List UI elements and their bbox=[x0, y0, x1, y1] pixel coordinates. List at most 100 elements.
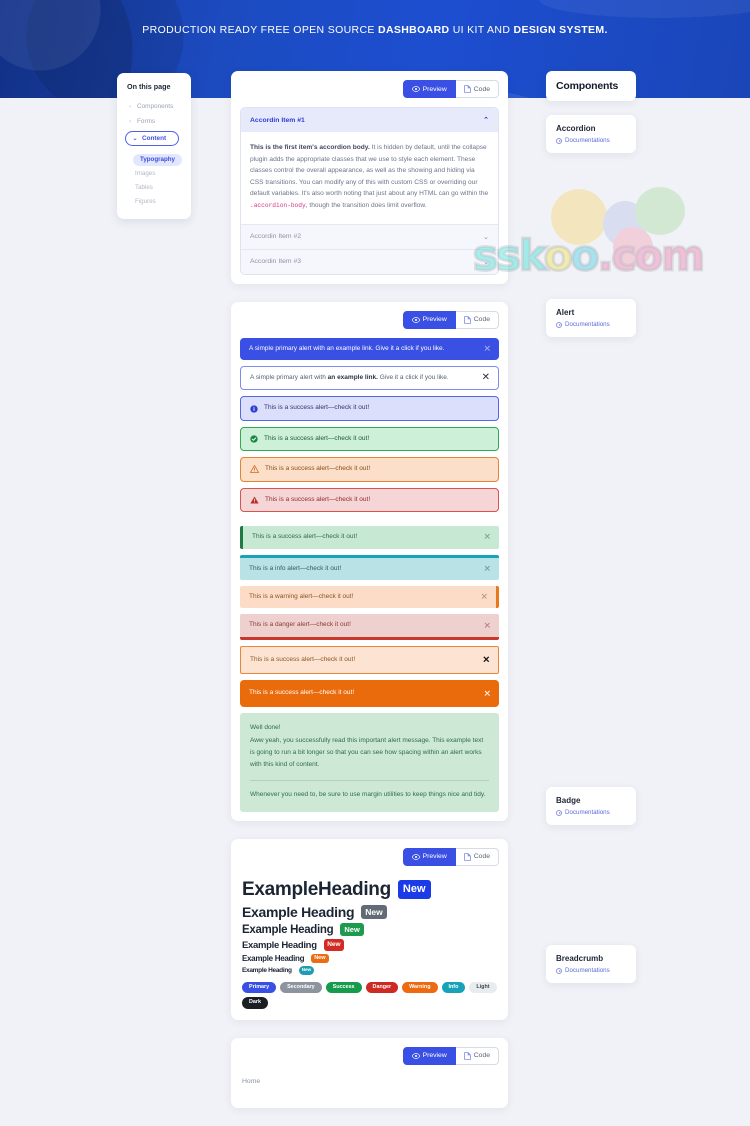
badge-pill-light: Light bbox=[469, 981, 497, 994]
documentations-link[interactable]: Documentations bbox=[556, 967, 626, 974]
on-this-page-panel: On this page › Components › Forms ⌄ Cont… bbox=[117, 73, 191, 219]
code-button[interactable]: Code bbox=[455, 310, 499, 329]
badge-pill-info: Info bbox=[441, 981, 466, 994]
badge-heading-row-6: Example Heading New bbox=[242, 966, 497, 975]
alert-text: This is a success alert—check it out! bbox=[265, 465, 371, 473]
preview-button[interactable]: Preview bbox=[402, 847, 456, 866]
close-icon[interactable]: ✕ bbox=[483, 621, 491, 630]
alert-primary-solid: A simple primary alert with an example l… bbox=[240, 337, 499, 360]
toc-subitem-images[interactable]: Images bbox=[131, 166, 191, 180]
close-icon[interactable]: ✕ bbox=[480, 592, 488, 602]
page-root: PRODUCTION READY FREE OPEN SOURCE DASHBO… bbox=[0, 0, 750, 1108]
code-button[interactable]: Code bbox=[455, 80, 499, 98]
close-icon[interactable]: ✕ bbox=[483, 532, 491, 542]
accordion-header-3[interactable]: Accordin Item #3 ⌄ bbox=[241, 248, 498, 274]
toc-subitem-typography[interactable]: Typography bbox=[133, 153, 182, 166]
danger-triangle-icon bbox=[250, 496, 259, 504]
play-circle-icon bbox=[556, 321, 562, 328]
badge-heading-row-5: Example Heading New bbox=[242, 953, 497, 964]
component-card-badge[interactable]: Badge Documentations bbox=[546, 787, 636, 825]
badge-heading-row-3: Example Heading New bbox=[242, 922, 497, 937]
components-title-card: Components bbox=[546, 71, 636, 101]
code-button[interactable]: Code bbox=[455, 847, 499, 866]
close-icon[interactable]: ✕ bbox=[483, 689, 491, 698]
alert-primary-outline: A simple primary alert with an example l… bbox=[240, 365, 499, 391]
alert-bar-bottom-danger: This is a danger alert—check it out! ✕ bbox=[240, 614, 499, 640]
badge-pill-primary: Primary bbox=[242, 981, 277, 994]
toc-title: On this page bbox=[127, 82, 171, 91]
accordion-body-rest: It is hidden by default, until the colla… bbox=[250, 144, 489, 198]
chevron-up-icon: ⌃ bbox=[483, 117, 489, 124]
toc-subitem-figures[interactable]: Figures bbox=[131, 194, 191, 208]
alert-danger-icon: This is a success alert—check it out! bbox=[240, 487, 499, 513]
badge: New bbox=[361, 904, 387, 920]
eye-icon bbox=[411, 1052, 420, 1059]
accordion-header-1[interactable]: Accordin Item #1 ⌃ bbox=[241, 108, 498, 132]
content-column: Preview Code Accordin Item #1 ⌃ This is … bbox=[231, 71, 707, 1126]
badge: New bbox=[340, 922, 364, 937]
banner-text-1: PRODUCTION READY FREE OPEN SOURCE bbox=[142, 24, 379, 36]
file-code-icon bbox=[464, 853, 471, 861]
toc-item-label: Content bbox=[142, 135, 167, 142]
preview-label: Preview bbox=[422, 316, 447, 323]
check-circle-icon bbox=[250, 435, 258, 443]
file-code-icon bbox=[464, 1051, 471, 1060]
close-icon[interactable]: ✕ bbox=[483, 564, 491, 573]
documentations-link[interactable]: Documentations bbox=[556, 809, 626, 816]
accordion-demo-card: Preview Code Accordin Item #1 ⌃ This is … bbox=[231, 71, 707, 284]
component-name: Breadcrumb bbox=[556, 954, 604, 963]
alert-text: This is a success alert—check it out! bbox=[249, 689, 355, 697]
heading-text: Example Heading bbox=[242, 903, 355, 920]
preview-button[interactable]: Preview bbox=[402, 1046, 456, 1065]
heading-text: Example Heading bbox=[242, 967, 292, 975]
documentations-label: Documentations bbox=[565, 967, 610, 974]
alert-text: This is a success alert—check it out! bbox=[250, 655, 356, 663]
toc-item-label: Forms bbox=[137, 118, 156, 125]
eye-icon bbox=[411, 853, 420, 860]
alert-bordered-warning: This is a success alert—check it out! ✕ bbox=[240, 645, 499, 675]
accordion-body-1: This is the first item's accordion body.… bbox=[241, 132, 498, 224]
preview-code-group: Preview Code bbox=[402, 1046, 499, 1065]
preview-button[interactable]: Preview bbox=[402, 310, 456, 329]
badge-pill-secondary: Secondary bbox=[280, 981, 322, 994]
close-icon[interactable]: ✕ bbox=[482, 655, 490, 665]
toc-item-content[interactable]: ⌄ Content bbox=[125, 131, 179, 146]
component-card-breadcrumb[interactable]: Breadcrumb Documentations bbox=[546, 945, 636, 983]
badge: New bbox=[397, 880, 431, 900]
components-title: Components bbox=[556, 80, 619, 92]
alert-text: This is a success alert—check it out! bbox=[265, 495, 371, 503]
alert-text-pre: A simple primary alert with bbox=[250, 373, 328, 381]
toc-item-forms[interactable]: › Forms bbox=[117, 114, 191, 129]
component-card-accordion[interactable]: Accordion Documentations bbox=[546, 115, 636, 153]
badge-demo-card: Preview Code ExampleHeading New Example … bbox=[231, 838, 508, 1020]
badge: New bbox=[323, 939, 345, 951]
close-icon[interactable]: ✕ bbox=[483, 344, 491, 353]
toc-sublist: Typography Images Tables Figures bbox=[117, 148, 191, 208]
alert-text: This is a success alert—check it out! bbox=[252, 533, 358, 541]
accordion-header-2[interactable]: Accordin Item #2 ⌄ bbox=[241, 223, 498, 249]
accordion-body-lead: This is the first item's accordion body. bbox=[250, 144, 370, 151]
chevron-right-icon: › bbox=[129, 103, 131, 110]
toc-item-label: Components bbox=[137, 103, 174, 110]
code-button[interactable]: Code bbox=[455, 1046, 499, 1065]
alert-link[interactable]: an example link. bbox=[328, 374, 378, 381]
badge-pill-success: Success bbox=[325, 981, 362, 994]
component-name: Alert bbox=[556, 308, 575, 317]
breadcrumb-item-home[interactable]: Home bbox=[242, 1078, 260, 1085]
toc-subitem-tables[interactable]: Tables bbox=[131, 180, 191, 194]
preview-button[interactable]: Preview bbox=[402, 80, 456, 98]
documentations-label: Documentations bbox=[565, 809, 610, 816]
alert-block-heading: Well done! bbox=[250, 723, 281, 731]
documentations-link[interactable]: Documentations bbox=[556, 321, 626, 328]
code-label: Code bbox=[473, 85, 490, 93]
alert-text: A simple primary alert with an example l… bbox=[249, 344, 445, 352]
toc-item-components[interactable]: › Components bbox=[117, 99, 191, 114]
badge-pill-row: Primary Secondary Success Danger Warning… bbox=[242, 981, 497, 1009]
accordion-body-code: .accordion-body bbox=[250, 201, 306, 209]
heading-text: Example Heading bbox=[242, 923, 334, 936]
component-card-alert[interactable]: Alert Documentations bbox=[546, 299, 636, 337]
documentations-link[interactable]: Documentations bbox=[556, 137, 626, 144]
close-icon[interactable]: ✕ bbox=[482, 373, 490, 383]
badge-heading-row-2: Example Heading New bbox=[242, 904, 497, 920]
play-circle-icon bbox=[556, 967, 562, 974]
